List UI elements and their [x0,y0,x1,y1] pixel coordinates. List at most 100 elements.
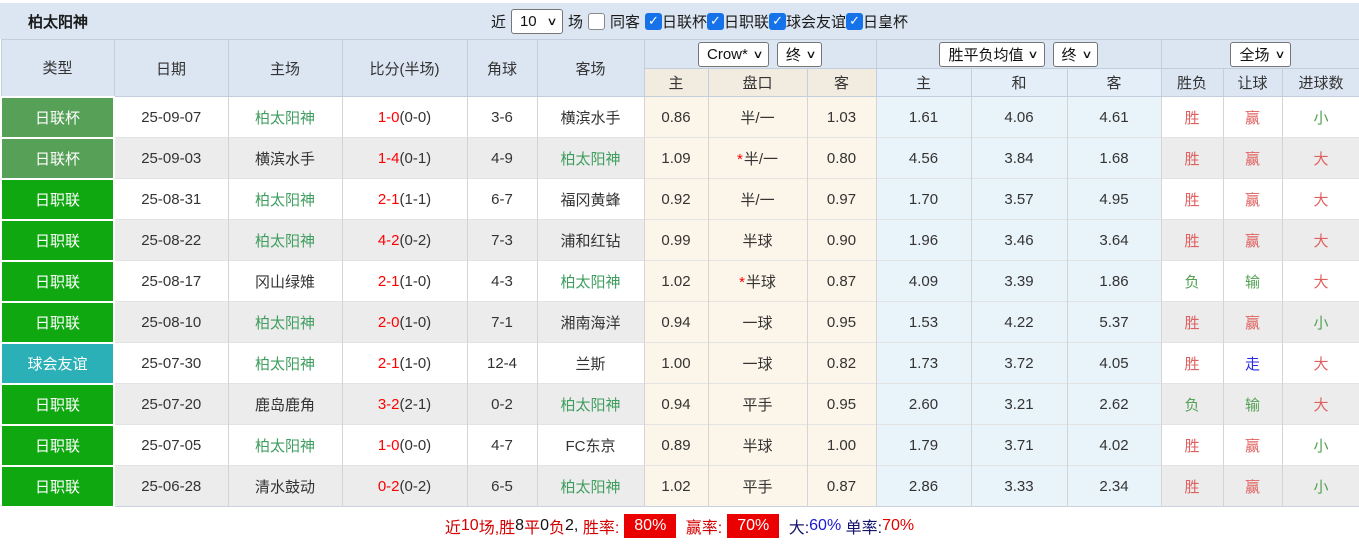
chevron-down-icon: ∨ [805,48,817,61]
away-team-cell[interactable]: 浦和红钻 [537,219,645,261]
away-team-cell[interactable]: 柏太阳神 [537,137,645,179]
recent-count-select[interactable]: 10 ∨ [510,8,563,34]
corner-cell: 6-5 [467,465,538,507]
league-checkbox[interactable]: ✓ [846,12,864,30]
odds-away-cell: 1.03 [807,96,877,138]
league-type-badge: 日职联 [0,259,115,302]
odds-home-cell: 0.92 [644,178,709,220]
away-team-name: 柏太阳神 [560,150,621,168]
col-header-away: 客场 [536,39,645,97]
avg-draw-odds-cell: 3.71 [971,424,1068,466]
handicap-cell: 半球 [708,219,808,261]
league-checkbox[interactable]: ✓ [644,12,662,30]
corner-cell: 12-4 [467,342,538,384]
away-team-cell[interactable]: 福冈黄蜂 [537,178,645,220]
score-cell: 4-2(0-2) [342,219,468,261]
table-row: 日职联 25-08-31 柏太阳神 2-1(1-1) 6-7 福冈黄蜂 0.92 半/一 0.9… [0,177,1359,220]
date-cell: 25-07-20 [114,383,229,425]
away-team-cell[interactable]: 湘南海洋 [537,301,645,343]
rate-badge: 80% [624,514,677,538]
home-team-cell[interactable]: 柏太阳神 [228,342,343,384]
avg-sub-header: 和 [970,68,1068,97]
home-team-cell[interactable]: 柏太阳神 [228,424,343,466]
league-filter-label: 日联杯 [661,13,707,31]
odds-away-cell: 0.80 [807,137,877,179]
away-team-cell[interactable]: 柏太阳神 [537,383,645,425]
avg-draw-odds-cell: 3.72 [971,342,1068,384]
chevron-down-icon: ∨ [752,48,764,61]
odds-away-cell: 0.82 [807,342,877,384]
recent-count-value: 10 [519,12,537,30]
odds-away-cell: 1.00 [807,424,877,466]
chevron-down-icon: ∨ [1080,48,1093,61]
handicap-line: 半球 [742,437,773,455]
corner-cell: 4-9 [467,137,538,179]
home-team-cell[interactable]: 冈山绿雉 [228,260,343,302]
away-team-cell[interactable]: 横滨水手 [537,96,645,138]
odds-company-select[interactable]: Crow* ∨ [698,41,769,67]
handicap-cell: 平手 [708,383,808,425]
same-away-checkbox[interactable] [587,12,605,30]
avg-away-odds-cell: 1.68 [1067,137,1162,179]
halftime-score: (0-1) [399,149,432,167]
avg-time-select[interactable]: 终 ∨ [1052,41,1098,67]
goals-result-cell: 大 [1282,178,1359,220]
avg-draw-odds-cell: 4.06 [971,96,1068,138]
league-type-badge: 日职联 [0,177,115,220]
summary-text: 近 [444,520,461,537]
home-team-cell[interactable]: 柏太阳神 [228,178,343,220]
odds-sub-header: 客 [806,68,877,97]
summary-text: 70% [882,517,915,534]
odds-time-select[interactable]: 终 ∨ [776,41,822,67]
fulltime-score: 2-1 [377,354,400,372]
home-team-cell[interactable]: 清水鼓动 [228,465,343,507]
handicap-cell: 半球 [708,424,808,466]
home-team-cell[interactable]: 柏太阳神 [228,96,343,138]
summary-text: , [573,517,583,534]
halftime-score: (1-0) [399,354,432,372]
away-team-cell[interactable]: 兰斯 [537,342,645,384]
home-team-cell[interactable]: 横滨水手 [228,137,343,179]
result-scope-select[interactable]: 全场 ∨ [1230,41,1291,67]
away-team-cell[interactable]: 柏太阳神 [537,260,645,302]
col-header-type: 类型 [0,39,115,97]
halftime-score: (0-2) [399,231,432,249]
away-team-name: 柏太阳神 [560,478,621,496]
table-row: 日职联 25-08-17 冈山绿雉 2-1(1-0) 4-3 柏太阳神 1.02 *半球 0.8… [0,259,1359,302]
league-type-badge: 日职联 [0,464,115,507]
handicap-cell: *半/一 [708,137,808,179]
date-cell: 25-07-30 [114,342,229,384]
avg-away-odds-cell: 2.62 [1067,383,1162,425]
date-cell: 25-08-10 [114,301,229,343]
winloss-result-cell: 负 [1161,260,1224,302]
fulltime-score: 2-1 [377,272,400,290]
away-team-cell[interactable]: 柏太阳神 [537,465,645,507]
score-cell: 2-1(1-0) [342,342,468,384]
league-type-badge: 日职联 [0,382,115,425]
goals-result-cell: 大 [1282,260,1359,302]
home-team-name: 冈山绿雉 [254,273,315,291]
chevron-down-icon: ∨ [546,15,558,28]
winloss-result-cell: 胜 [1161,96,1224,138]
league-checkbox[interactable]: ✓ [769,12,787,30]
handicap-result-cell: 走 [1223,342,1283,384]
handicap-line: 半/一 [740,191,775,209]
home-team-cell[interactable]: 柏太阳神 [228,301,343,343]
away-team-cell[interactable]: FC东京 [537,424,645,466]
home-team-cell[interactable]: 柏太阳神 [228,219,343,261]
home-team-name: 柏太阳神 [254,109,315,127]
away-team-name: 横滨水手 [560,109,621,127]
score-cell: 1-0(0-0) [342,96,468,138]
col-header-home: 主场 [227,39,343,97]
home-team-cell[interactable]: 鹿岛鹿角 [228,383,343,425]
live-odds-star: * [736,150,743,168]
avg-home-odds-cell: 4.09 [876,260,972,302]
avg-draw-odds-cell: 3.33 [971,465,1068,507]
summary-text: 胜率: [582,520,620,537]
league-filter-label: 日皇杯 [863,13,909,31]
avg-type-select[interactable]: 胜平负均值 ∨ [939,41,1045,67]
avg-draw-odds-cell: 4.22 [971,301,1068,343]
rate-badge: 70% [727,514,780,538]
league-checkbox[interactable]: ✓ [707,12,724,30]
away-team-name: 兰斯 [575,355,606,373]
